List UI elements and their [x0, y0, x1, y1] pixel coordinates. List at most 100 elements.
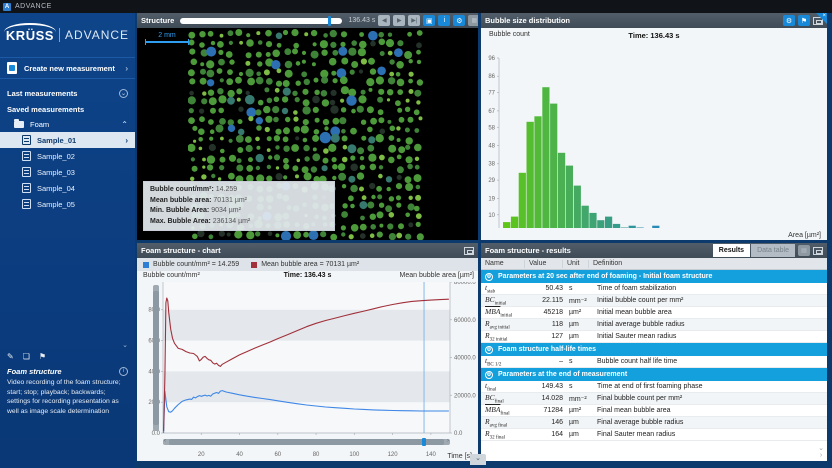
svg-text:77: 77 [488, 91, 495, 97]
slider-right-arrow[interactable]: › [447, 438, 449, 444]
table-row: tfinal 149.43 s Time at end of first foamin… [481, 381, 827, 393]
slider-left-arrow[interactable]: ‹ [164, 438, 166, 444]
param-name: R32 final [485, 428, 506, 441]
param-value: 22.115 [542, 297, 563, 304]
sidebar-item-sample_01[interactable]: Sample_01 › [0, 132, 135, 148]
param-definition: Final bubble count per mm² [597, 395, 683, 402]
sidebar-item-saved-measurements[interactable]: Saved measurements [0, 101, 135, 117]
scroll-arrows[interactable]: ⌄ › [818, 445, 824, 459]
param-unit: µm [569, 419, 579, 426]
export-icon[interactable]: ❏ [23, 352, 30, 361]
svg-text:96: 96 [488, 56, 495, 62]
param-value: 45218 [543, 309, 563, 316]
param-value: 118 [551, 321, 563, 328]
snapshot-button[interactable]: ▣ [423, 15, 436, 26]
section-gear-icon[interactable]: ⚙ [485, 370, 493, 379]
video-timeline-slider[interactable] [180, 15, 343, 26]
slider-handle[interactable] [169, 439, 444, 445]
measurement-icon [22, 199, 31, 209]
fullscreen-icon[interactable] [464, 246, 474, 255]
create-new-measurement-button[interactable]: Create new measurement › [0, 57, 135, 79]
section-title: Parameters at 20 sec after end of foamin… [498, 273, 713, 280]
brand-kruess: KRÜSS [3, 22, 56, 43]
timeline-thumb[interactable] [328, 15, 332, 26]
table-row: BCfinal 14.028 mm⁻² Final bubble count per … [481, 393, 827, 405]
info-description: Video recording of the foam structure; s… [7, 379, 121, 415]
report-button[interactable]: ⚑ [798, 15, 810, 26]
time-cursor-marker[interactable] [422, 438, 426, 446]
app-icon: A [3, 2, 11, 11]
folder-label: Foam [30, 120, 50, 129]
report-icon[interactable]: ⚑ [39, 352, 46, 361]
legend-label: Mean bubble area = 70131 µm² [261, 261, 360, 268]
svg-text:38: 38 [488, 162, 495, 168]
corner-close-badge[interactable]: × [816, 13, 827, 24]
section-gear-icon[interactable]: ⚙ [485, 272, 493, 281]
section-gear-icon[interactable]: ⚙ [485, 345, 493, 354]
svg-text:60: 60 [274, 452, 281, 458]
slider-handle[interactable] [153, 291, 159, 425]
tab-data-table[interactable]: Data table [751, 244, 795, 257]
param-definition: Final mean bubble area [597, 407, 671, 414]
overlay-row: Max. Bubble Area: 236134 µm² [150, 217, 328, 228]
column-header-definition: Definition [593, 259, 623, 267]
collapse-toggle-icon[interactable]: ⌄ [119, 88, 128, 98]
sidebar-item-sample_04[interactable]: Sample_04 [0, 180, 135, 196]
horizontal-zoom-slider[interactable]: ‹ › [163, 438, 450, 446]
param-definition: Initial mean bubble area [597, 309, 672, 316]
svg-text:120: 120 [388, 452, 399, 458]
settings-button[interactable]: ⚙ [453, 15, 466, 26]
pen-icon[interactable]: ✎ [7, 352, 14, 361]
sidebar-item-sample_03[interactable]: Sample_03 [0, 164, 135, 180]
histogram-chart: 0101929384858677786961000409008080012070… [488, 56, 827, 240]
overlay-row: Bubble count/mm²: 14.259 [150, 185, 328, 196]
svg-text:60000.0: 60000.0 [454, 318, 476, 324]
fullscreen-icon[interactable] [813, 246, 823, 255]
sample-label: Sample_01 [37, 135, 77, 145]
param-name: BCfinal [485, 392, 504, 405]
param-definition: Time at end of first foaming phase [597, 383, 703, 390]
scale-bar-line [145, 39, 189, 45]
step-forward-button[interactable]: ▶| [408, 15, 421, 26]
vertical-zoom-slider[interactable] [153, 285, 159, 431]
sidebar: KRÜSS ADVANCE Create new measurement › L… [0, 13, 135, 468]
histogram-panel-header: Bubble size distribution ⚙ ⚑ [481, 13, 827, 28]
overlay-value: 14.259 [215, 186, 238, 193]
param-name: MBAinitial [485, 306, 513, 319]
tab-results[interactable]: Results [712, 244, 751, 257]
svg-text:20000.0: 20000.0 [454, 393, 476, 399]
chevron-down-icon[interactable]: ⌄ [7, 341, 128, 350]
chevron-up-icon[interactable]: ⌃ [121, 120, 128, 129]
info-icon[interactable]: i [119, 366, 128, 376]
param-name: Ravg initial [485, 318, 510, 331]
info-button[interactable]: i [438, 15, 451, 26]
step-back-button[interactable]: ◀ [378, 15, 391, 26]
measurement-overlay: Bubble count/mm²: 14.259 Mean bubble area… [143, 181, 335, 231]
structure-panel: Structure 136.43 s ◀ ▶ ▶| ▣ i ⚙ ▦ 2 mm B… [137, 13, 478, 240]
sidebar-item-sample_05[interactable]: Sample_05 [0, 196, 135, 212]
param-value: 149.43 [541, 383, 563, 390]
chart-panel-title: Foam structure - chart [141, 246, 221, 255]
legend-swatch [143, 261, 149, 268]
results-panel: Foam structure - results Results Data ta… [481, 243, 827, 461]
sidebar-folder-foam[interactable]: Foam ⌃ [0, 117, 135, 132]
svg-text:80: 80 [313, 452, 320, 458]
last-measurements-label: Last measurements [7, 88, 78, 98]
table-column-header: Name Value Unit Definition [481, 258, 827, 270]
panel-collapse-handle[interactable]: ⌄ [470, 454, 486, 465]
sidebar-item-last-measurements[interactable]: Last measurements ⌄ [0, 85, 135, 101]
sample-label: Sample_04 [37, 183, 75, 193]
svg-text:40: 40 [236, 452, 243, 458]
param-value: 71284 [543, 407, 563, 414]
param-name: tBC 1/2 [485, 355, 502, 368]
sample-label: Sample_03 [37, 167, 75, 177]
app-title: ADVANCE [15, 3, 52, 10]
title-bar: A ADVANCE [0, 0, 832, 13]
param-value: 50.43 [545, 285, 563, 292]
sample-list: Sample_01 › Sample_02 Sample_03 Sample_04 Sam… [0, 132, 135, 212]
play-button[interactable]: ▶ [393, 15, 406, 26]
sidebar-item-sample_02[interactable]: Sample_02 [0, 148, 135, 164]
table-row: MBAfinal 71284 µm² Final mean bubble area [481, 405, 827, 417]
video-frame: 2 mm Bubble count/mm²: 14.259 Mean bubble… [137, 28, 478, 240]
settings-button[interactable]: ⚙ [783, 15, 795, 26]
